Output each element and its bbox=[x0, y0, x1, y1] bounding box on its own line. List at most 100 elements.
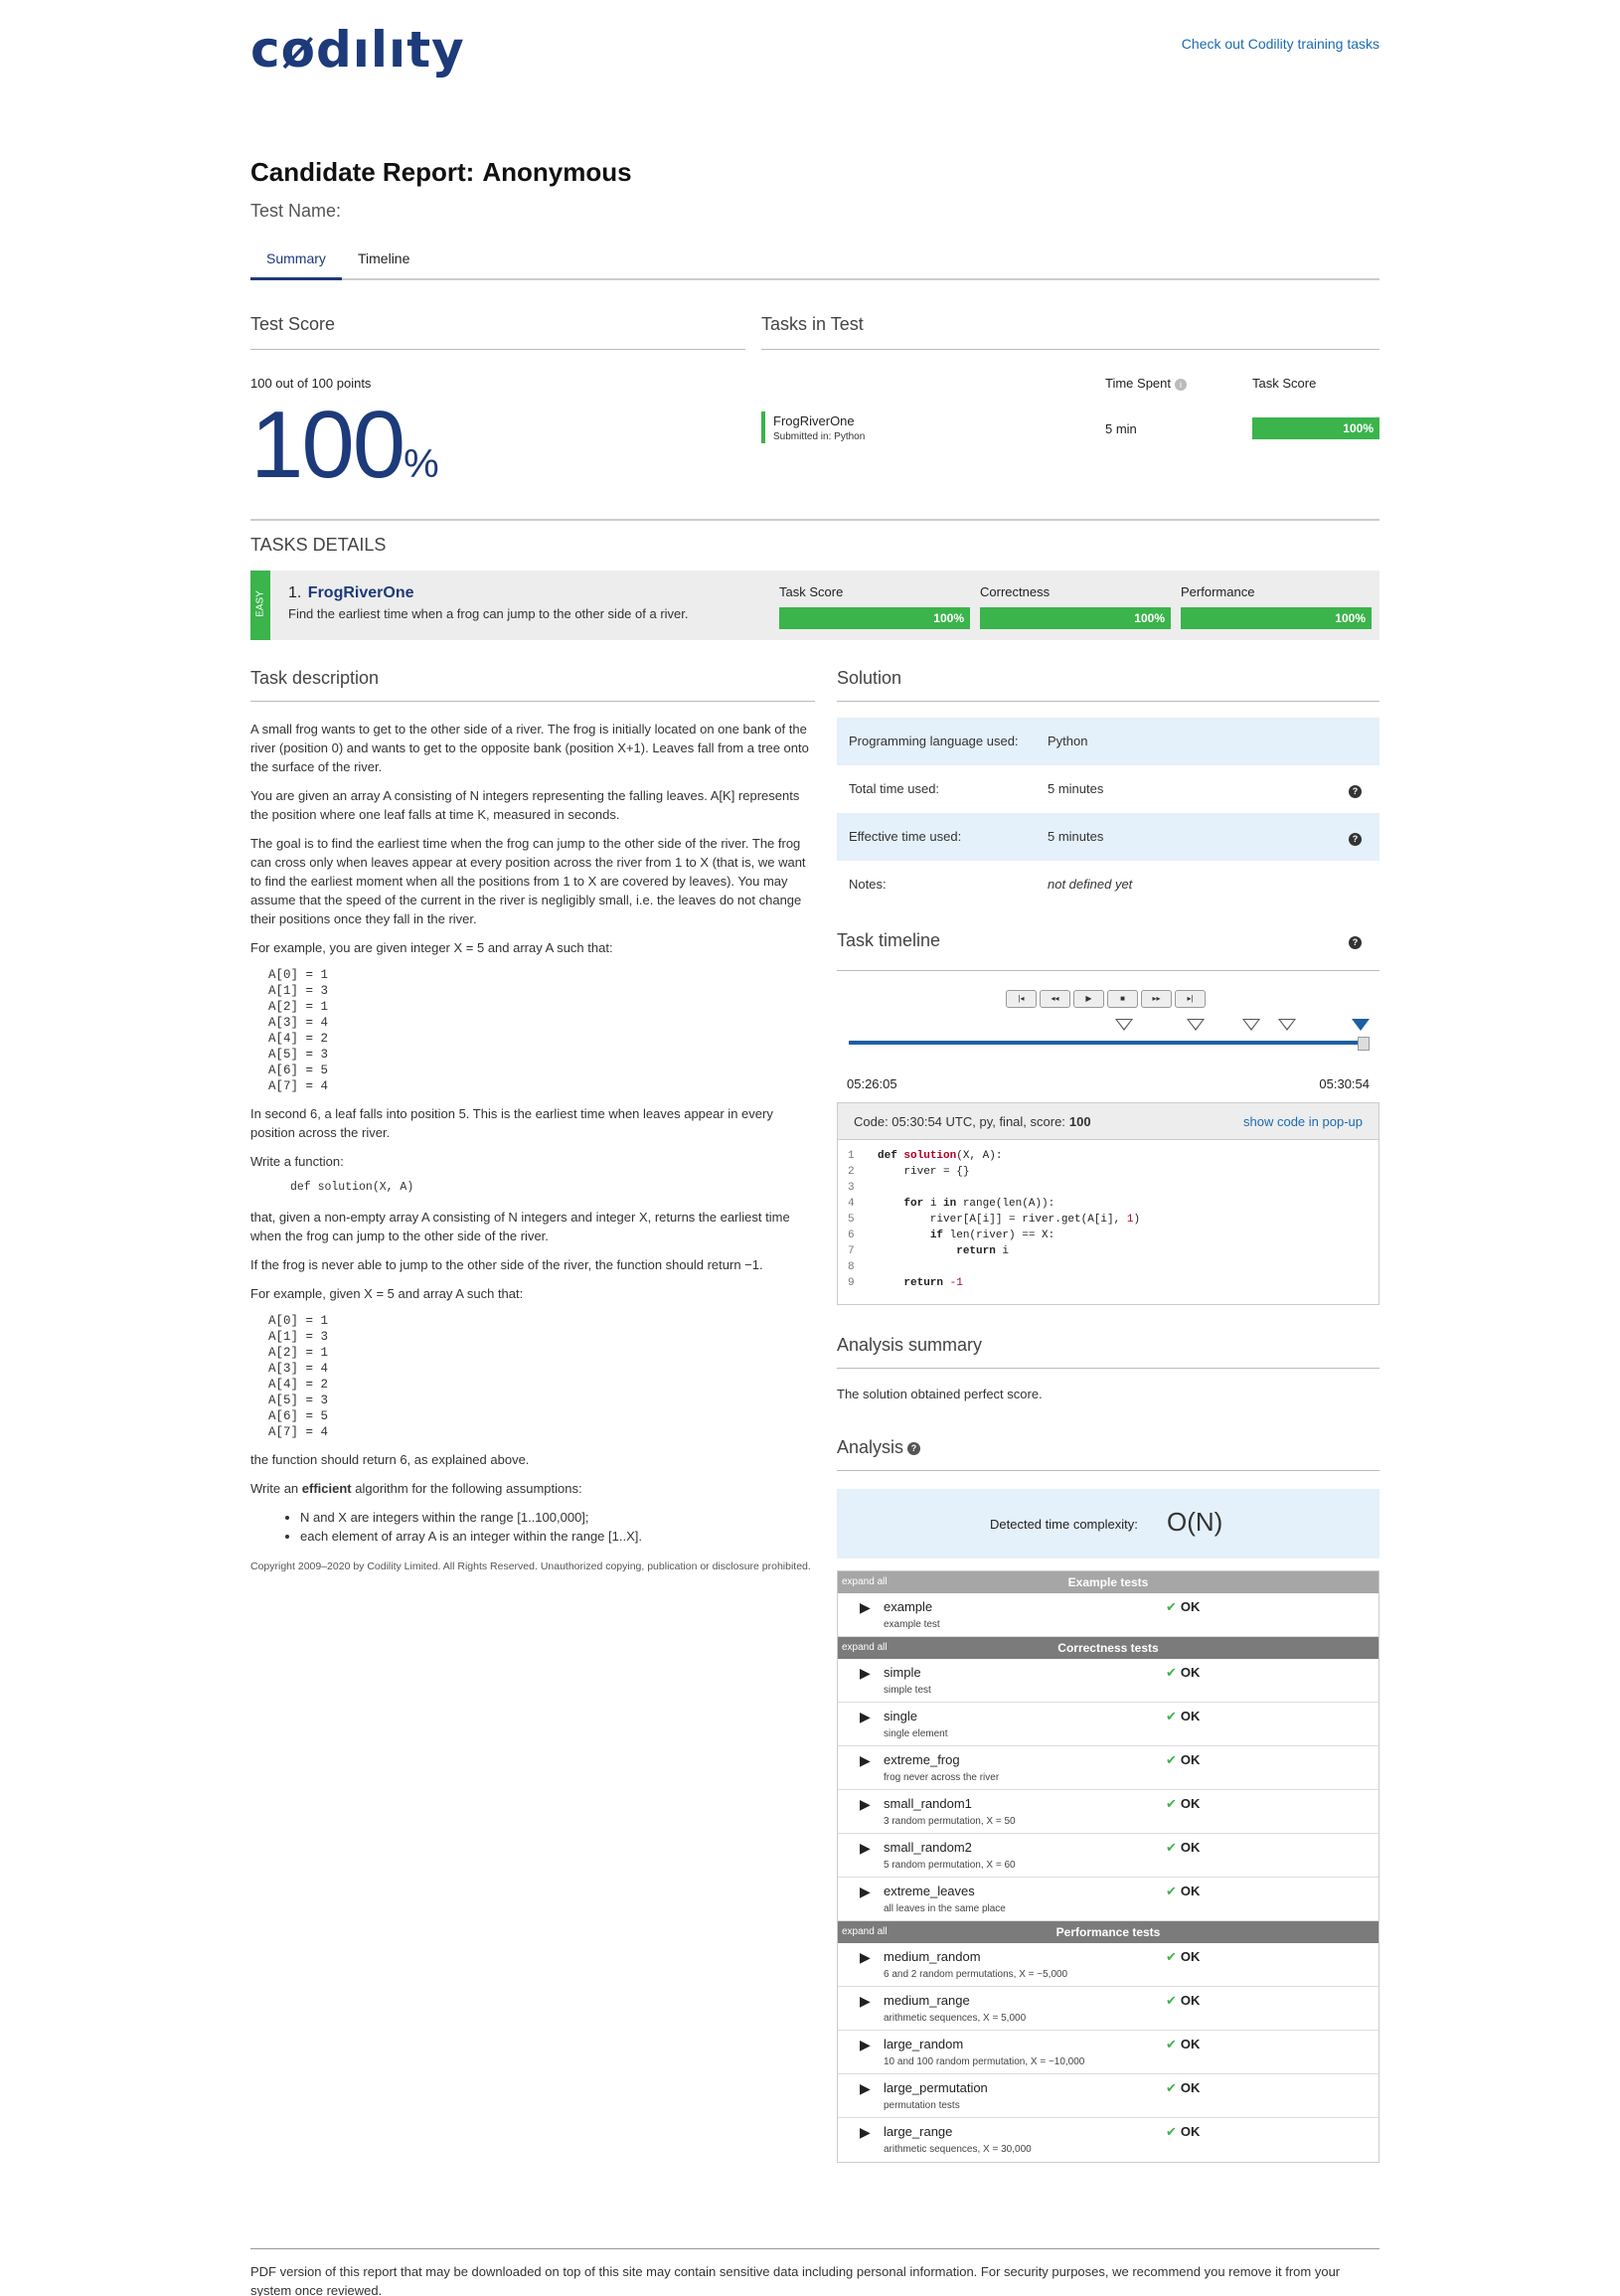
list-item: each element of array A is an integer wi… bbox=[300, 1527, 815, 1546]
check-icon: ✔ bbox=[1166, 1709, 1177, 1723]
tab-timeline[interactable]: Timeline bbox=[358, 250, 409, 266]
test-row[interactable]: ▶ extreme_frogfrog never across the river… bbox=[838, 1746, 1378, 1790]
test-row[interactable]: ▶ example example test ✔ OK bbox=[838, 1593, 1378, 1637]
test-group-title: Correctness tests bbox=[1057, 1641, 1159, 1655]
test-name: extreme_frog bbox=[884, 1752, 960, 1767]
play-icon[interactable]: ▶ bbox=[1073, 990, 1104, 1008]
tab-summary[interactable]: Summary bbox=[266, 250, 326, 266]
difficulty-label: EASY bbox=[254, 590, 266, 617]
complexity-box: Detected time complexity: O(N) bbox=[837, 1489, 1379, 1558]
expand-arrow-icon[interactable]: ▶ bbox=[860, 1665, 871, 1682]
solution-section: Solution Programming language used: Pyth… bbox=[837, 668, 1379, 2163]
timeline-marker[interactable] bbox=[1242, 1019, 1260, 1031]
codility-logo[interactable]: cødılıty bbox=[250, 20, 465, 80]
row-key: Programming language used: bbox=[849, 734, 1019, 748]
test-description: frog never across the river bbox=[884, 1772, 1000, 1783]
test-row[interactable]: ▶ single single element ✔ OK bbox=[838, 1703, 1378, 1746]
task-time: 5 min bbox=[1105, 421, 1137, 436]
test-row[interactable]: ▶ large_range arithmetic sequences, X = 30… bbox=[838, 2118, 1378, 2162]
help-icon[interactable]: ? bbox=[1349, 936, 1362, 949]
timeline-track[interactable] bbox=[849, 1041, 1370, 1045]
description-paragraph: For example, you are given integer X = 5… bbox=[250, 940, 613, 955]
forward-icon[interactable]: ▸▸ bbox=[1141, 990, 1172, 1008]
metric-task-score: Task Score 100% bbox=[779, 584, 970, 629]
test-row[interactable]: ▶ medium_range arithmetic sequences, X = 5… bbox=[838, 1987, 1378, 2031]
expand-arrow-icon[interactable]: ▶ bbox=[860, 1884, 871, 1900]
report-title-label: Candidate Report: bbox=[250, 157, 475, 187]
metric-label: Performance bbox=[1181, 584, 1255, 599]
test-result: ✔ OK bbox=[1166, 1796, 1200, 1812]
check-icon: ✔ bbox=[1166, 1665, 1177, 1680]
description-paragraph: Write a function: bbox=[250, 1154, 344, 1169]
expand-arrow-icon[interactable]: ▶ bbox=[860, 1840, 871, 1857]
description-paragraph: If the frog is never able to jump to the… bbox=[250, 1257, 763, 1272]
row-value: 5 minutes bbox=[1048, 829, 1104, 844]
test-group-title: Performance tests bbox=[1055, 1925, 1161, 1939]
task-description-section: Task description A small frog wants to g… bbox=[250, 668, 815, 1576]
task-detail-name[interactable]: FrogRiverOne bbox=[308, 584, 414, 601]
percent-sign: % bbox=[404, 442, 439, 486]
test-row[interactable]: ▶ large_permutation permutation tests ✔ OK bbox=[838, 2074, 1378, 2118]
expand-arrow-icon[interactable]: ▶ bbox=[860, 1709, 871, 1725]
expand-arrow-icon[interactable]: ▶ bbox=[860, 1599, 871, 1616]
timeline-marker[interactable] bbox=[1187, 1019, 1205, 1031]
stop-icon[interactable]: ■ bbox=[1107, 990, 1138, 1008]
timeline-marker[interactable] bbox=[1278, 1019, 1296, 1031]
result-label: OK bbox=[1180, 2080, 1201, 2095]
check-icon: ✔ bbox=[1166, 1949, 1177, 1964]
expand-arrow-icon[interactable]: ▶ bbox=[860, 2124, 871, 2141]
task-score-bar: 100% bbox=[1252, 417, 1379, 439]
test-row[interactable]: ▶ medium_random 6 and 2 random permutation… bbox=[838, 1943, 1378, 1987]
expand-arrow-icon[interactable]: ▶ bbox=[860, 2037, 871, 2053]
training-tasks-link[interactable]: Check out Codility training tasks bbox=[1182, 36, 1379, 52]
function-signature: def solution(X, A) bbox=[290, 1181, 414, 1194]
rewind-icon[interactable]: ◂◂ bbox=[1040, 990, 1070, 1008]
expand-arrow-icon[interactable]: ▶ bbox=[860, 1993, 871, 2010]
timeline-handle[interactable] bbox=[1358, 1037, 1370, 1051]
help-icon[interactable]: ? bbox=[907, 1441, 921, 1455]
test-group-title: Example tests bbox=[1067, 1575, 1149, 1589]
time-spent-header: Time Spent i bbox=[1105, 376, 1187, 391]
description-paragraph: A small frog wants to get to the other s… bbox=[250, 722, 809, 774]
test-row[interactable]: ▶ extreme_leaves all leaves in the same pl… bbox=[838, 1878, 1378, 1921]
expand-arrow-icon[interactable]: ▶ bbox=[860, 1796, 871, 1813]
metric-bar: 100% bbox=[980, 607, 1171, 629]
playback-controls: |◂ ◂◂ ▶ ■ ▸▸ ▸| bbox=[1006, 989, 1209, 1008]
result-label: OK bbox=[1180, 1884, 1201, 1898]
report-tabs: Summary Timeline bbox=[250, 243, 1379, 280]
test-result: ✔ OK bbox=[1166, 1599, 1200, 1615]
metric-correctness: Correctness 100% bbox=[980, 584, 1171, 629]
difficulty-badge: EASY bbox=[250, 571, 270, 640]
show-code-popup-link[interactable]: show code in pop-up bbox=[1243, 1114, 1363, 1129]
info-icon[interactable]: i bbox=[1175, 378, 1187, 391]
score-percent: 100 bbox=[250, 392, 405, 498]
expand-arrow-icon[interactable]: ▶ bbox=[860, 1752, 871, 1769]
result-label: OK bbox=[1180, 2124, 1201, 2139]
code-viewer: 1 def solution(X, A): 2 river = {} 3 4 fo… bbox=[837, 1140, 1379, 1305]
task-name[interactable]: FrogRiverOne bbox=[773, 413, 855, 428]
test-row[interactable]: ▶ large_random 10 and 100 random permutati… bbox=[838, 2031, 1378, 2074]
expand-arrow-icon[interactable]: ▶ bbox=[860, 2080, 871, 2097]
analysis-summary-section: Analysis summary The solution obtained p… bbox=[837, 1335, 1379, 1401]
task-score-fill: 100% bbox=[1252, 417, 1379, 439]
test-row[interactable]: ▶ small_random2 5 random permutation, X = … bbox=[838, 1834, 1378, 1878]
tasks-in-test-section: Tasks in Test Time Spent i Task Score Fro… bbox=[761, 314, 1379, 443]
test-row[interactable]: ▶ simple simple test ✔ OK bbox=[838, 1659, 1378, 1703]
help-icon[interactable]: ? bbox=[1349, 785, 1362, 798]
time-spent-label: Time Spent bbox=[1105, 376, 1171, 391]
test-results-table: expand all Example tests ▶ example examp… bbox=[837, 1570, 1379, 2163]
example-array: A[0] = 1 A[1] = 3 A[2] = 1 A[3] = 4 A[4]… bbox=[268, 1314, 329, 1439]
check-icon: ✔ bbox=[1166, 2124, 1177, 2139]
task-detail-description: Find the earliest time when a frog can j… bbox=[288, 606, 689, 621]
help-icon[interactable]: ? bbox=[1349, 833, 1362, 846]
last-icon[interactable]: ▸| bbox=[1175, 990, 1206, 1008]
test-row[interactable]: ▶ small_random1 3 random permutation, X = … bbox=[838, 1790, 1378, 1834]
description-paragraph: The goal is to find the earliest time wh… bbox=[250, 836, 806, 926]
timeline-marker-final[interactable] bbox=[1352, 1019, 1370, 1031]
timeline-marker[interactable] bbox=[1115, 1019, 1133, 1031]
first-icon[interactable]: |◂ bbox=[1006, 990, 1037, 1008]
test-result: ✔ OK bbox=[1166, 2037, 1200, 2052]
section-divider bbox=[250, 519, 1379, 521]
example-array: A[0] = 1 A[1] = 3 A[2] = 1 A[3] = 4 A[4]… bbox=[268, 968, 329, 1093]
expand-arrow-icon[interactable]: ▶ bbox=[860, 1949, 871, 1966]
